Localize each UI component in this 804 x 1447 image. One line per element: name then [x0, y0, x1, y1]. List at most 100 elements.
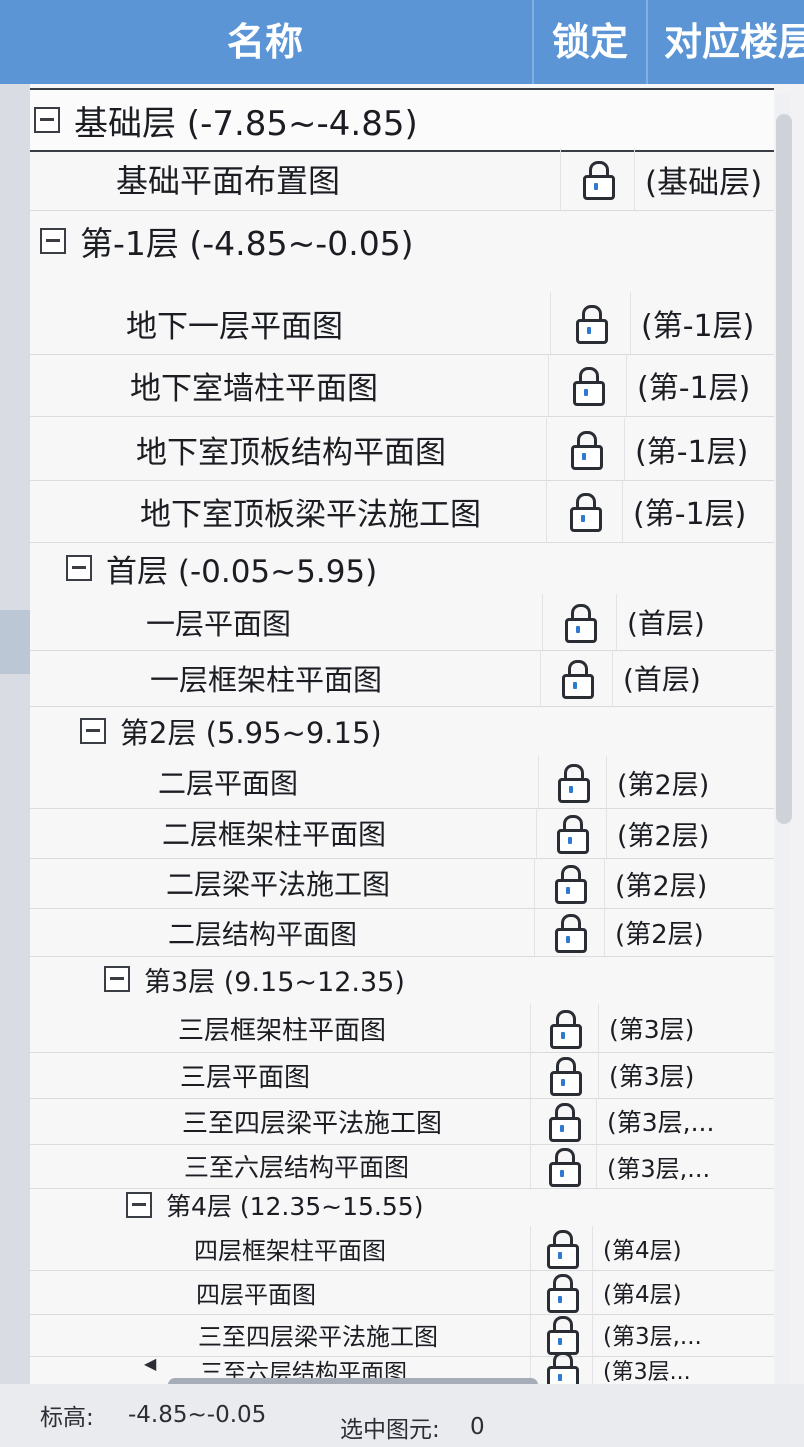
lock-icon[interactable]	[546, 1230, 579, 1269]
collapse-minus-icon[interactable]	[104, 966, 130, 992]
floor-cell: (第-1层)	[630, 292, 754, 354]
horizontal-scrollbar[interactable]: ◀ ▶	[130, 1350, 770, 1419]
scroll-track	[776, 94, 792, 1384]
lock-icon[interactable]	[564, 604, 597, 643]
lock-cell	[530, 1270, 593, 1314]
drawing-row[interactable]: 三层框架柱平面图 (第3层)	[30, 1004, 775, 1053]
drawing-row[interactable]: 地下室墙柱平面图 (第-1层)	[30, 354, 775, 417]
floor-group-label: 基础层 (-7.85~-4.85)	[74, 103, 418, 144]
lock-cell	[530, 1098, 597, 1144]
lock-icon[interactable]	[561, 660, 594, 699]
drawing-row[interactable]: 地下室顶板梁平法施工图 (第-1层)	[30, 480, 775, 543]
drawing-name: 三层平面图	[180, 1062, 311, 1093]
floor-cell: (第3层,...	[596, 1098, 714, 1144]
lock-icon[interactable]	[557, 764, 590, 803]
drawing-name: 四层平面图	[196, 1280, 316, 1309]
drawing-name: 地下室顶板梁平法施工图	[140, 496, 481, 533]
lock-icon[interactable]	[556, 815, 589, 854]
drawing-row[interactable]: 三至六层结构平面图 (第3层,...	[30, 1144, 775, 1189]
column-header-name[interactable]: 名称	[0, 0, 530, 84]
lock-icon[interactable]	[572, 367, 605, 406]
drawing-row[interactable]: 四层平面图 (第4层)	[30, 1270, 775, 1315]
floor-cell: (第4层)	[592, 1226, 682, 1270]
floor-group-row[interactable]: 第4层 (12.35~15.55)	[30, 1184, 775, 1226]
floor-cell: (首层)	[616, 594, 705, 650]
floor-cell: (基础层)	[634, 148, 762, 210]
drawing-name: 地下室顶板结构平面图	[136, 434, 446, 471]
lock-icon[interactable]	[575, 305, 608, 344]
drawing-row[interactable]: 二层梁平法施工图 (第2层)	[30, 858, 775, 909]
collapse-minus-icon[interactable]	[40, 228, 66, 254]
floor-cell: (第3层,...	[596, 1144, 710, 1188]
floor-group-row[interactable]: 基础层 (-7.85~-4.85)	[30, 88, 804, 152]
floor-group-row[interactable]: 第-1层 (-4.85~-0.05)	[30, 212, 775, 270]
drawing-row[interactable]: 三至四层梁平法施工图 (第3层,...	[30, 1098, 775, 1145]
lock-icon[interactable]	[554, 914, 587, 953]
collapse-minus-icon[interactable]	[66, 555, 92, 581]
lock-cell	[540, 650, 613, 706]
floor-cell: (第3层)	[598, 1052, 694, 1098]
floor-cell: (第2层)	[606, 808, 709, 858]
drawing-row[interactable]: 二层结构平面图 (第2层)	[30, 908, 775, 957]
lock-icon[interactable]	[582, 161, 615, 200]
drawing-row[interactable]: 一层平面图 (首层)	[30, 594, 775, 651]
drawing-name: 三层框架柱平面图	[178, 1015, 387, 1046]
lock-icon[interactable]	[546, 1316, 579, 1355]
floor-group-row[interactable]: 第2层 (5.95~9.15)	[30, 706, 775, 756]
drawing-name: 二层结构平面图	[168, 919, 357, 951]
lock-cell	[548, 354, 627, 416]
drawing-name: 四层框架柱平面图	[194, 1236, 386, 1265]
floor-group-label: 第4层 (12.35~15.55)	[166, 1192, 424, 1221]
drawing-name: 三至四层梁平法施工图	[182, 1108, 443, 1139]
scroll-thumb[interactable]	[776, 114, 792, 824]
collapse-minus-icon[interactable]	[80, 718, 106, 744]
drawing-tree: 基础层 (-7.85~-4.85) 基础平面布置图 (基础层) 第-1层 (-4.85…	[30, 84, 804, 1384]
lock-cell	[530, 1004, 599, 1052]
lock-cell	[534, 908, 605, 956]
lock-cell	[538, 756, 607, 808]
lock-icon[interactable]	[546, 1274, 579, 1313]
drawing-name: 一层平面图	[146, 607, 292, 641]
selection-marker	[0, 610, 30, 674]
floor-group-row[interactable]: 首层 (-0.05~5.95)	[30, 542, 775, 594]
drawing-row[interactable]: 地下一层平面图 (第-1层)	[30, 292, 775, 355]
drawing-row[interactable]: 地下室顶板结构平面图 (第-1层)	[30, 418, 775, 481]
drawing-row[interactable]: 三层平面图 (第3层)	[30, 1052, 775, 1099]
lock-cell	[542, 594, 617, 650]
lock-icon[interactable]	[549, 1010, 582, 1049]
collapse-minus-icon[interactable]	[126, 1192, 152, 1218]
floor-group-label: 第3层 (9.15~12.35)	[144, 966, 405, 998]
lock-icon[interactable]	[548, 1148, 581, 1187]
drawing-row[interactable]: 二层框架柱平面图 (第2层)	[30, 808, 775, 859]
lock-icon[interactable]	[548, 1103, 581, 1142]
floor-group-row[interactable]: 第3层 (9.15~12.35)	[30, 956, 775, 1002]
drawing-name: 三至六层结构平面图	[184, 1153, 410, 1182]
column-header-floor[interactable]: 对应楼层	[646, 0, 804, 84]
drawing-row[interactable]: 基础平面布置图 (基础层)	[30, 148, 775, 211]
drawing-row[interactable]: 二层平面图 (第2层)	[30, 756, 775, 809]
drawing-row[interactable]: 一层框架柱平面图 (首层)	[30, 650, 775, 707]
lock-icon[interactable]	[570, 431, 603, 470]
floor-cell: (第-1层)	[622, 480, 746, 542]
drawing-name: 地下室墙柱平面图	[130, 370, 378, 407]
floor-cell: (第4层)	[592, 1270, 682, 1314]
lock-cell	[530, 1144, 597, 1188]
vertical-scrollbar[interactable]	[774, 84, 804, 1384]
floor-cell: (第2层)	[606, 756, 709, 808]
lock-icon[interactable]	[549, 1057, 582, 1096]
lock-icon[interactable]	[554, 865, 587, 904]
floor-group-label: 第2层 (5.95~9.15)	[120, 716, 382, 750]
lock-cell	[546, 480, 623, 542]
scroll-left-icon[interactable]: ◀	[144, 1354, 156, 1373]
collapse-minus-icon[interactable]	[34, 107, 60, 133]
status-bar: 标高: -4.85~-0.05 选中图元: 0	[0, 1384, 804, 1447]
elevation-label: 标高:	[40, 1405, 94, 1431]
elevation-value: -4.85~-0.05	[128, 1402, 267, 1428]
selected-label: 选中图元:	[340, 1417, 440, 1443]
column-header-lock[interactable]: 锁定	[532, 0, 646, 84]
lock-cell	[546, 418, 625, 480]
drawing-row[interactable]: 四层框架柱平面图 (第4层)	[30, 1226, 775, 1271]
drawing-name: 二层框架柱平面图	[162, 818, 387, 851]
lock-icon[interactable]	[569, 493, 602, 532]
floor-cell: (首层)	[612, 650, 701, 706]
